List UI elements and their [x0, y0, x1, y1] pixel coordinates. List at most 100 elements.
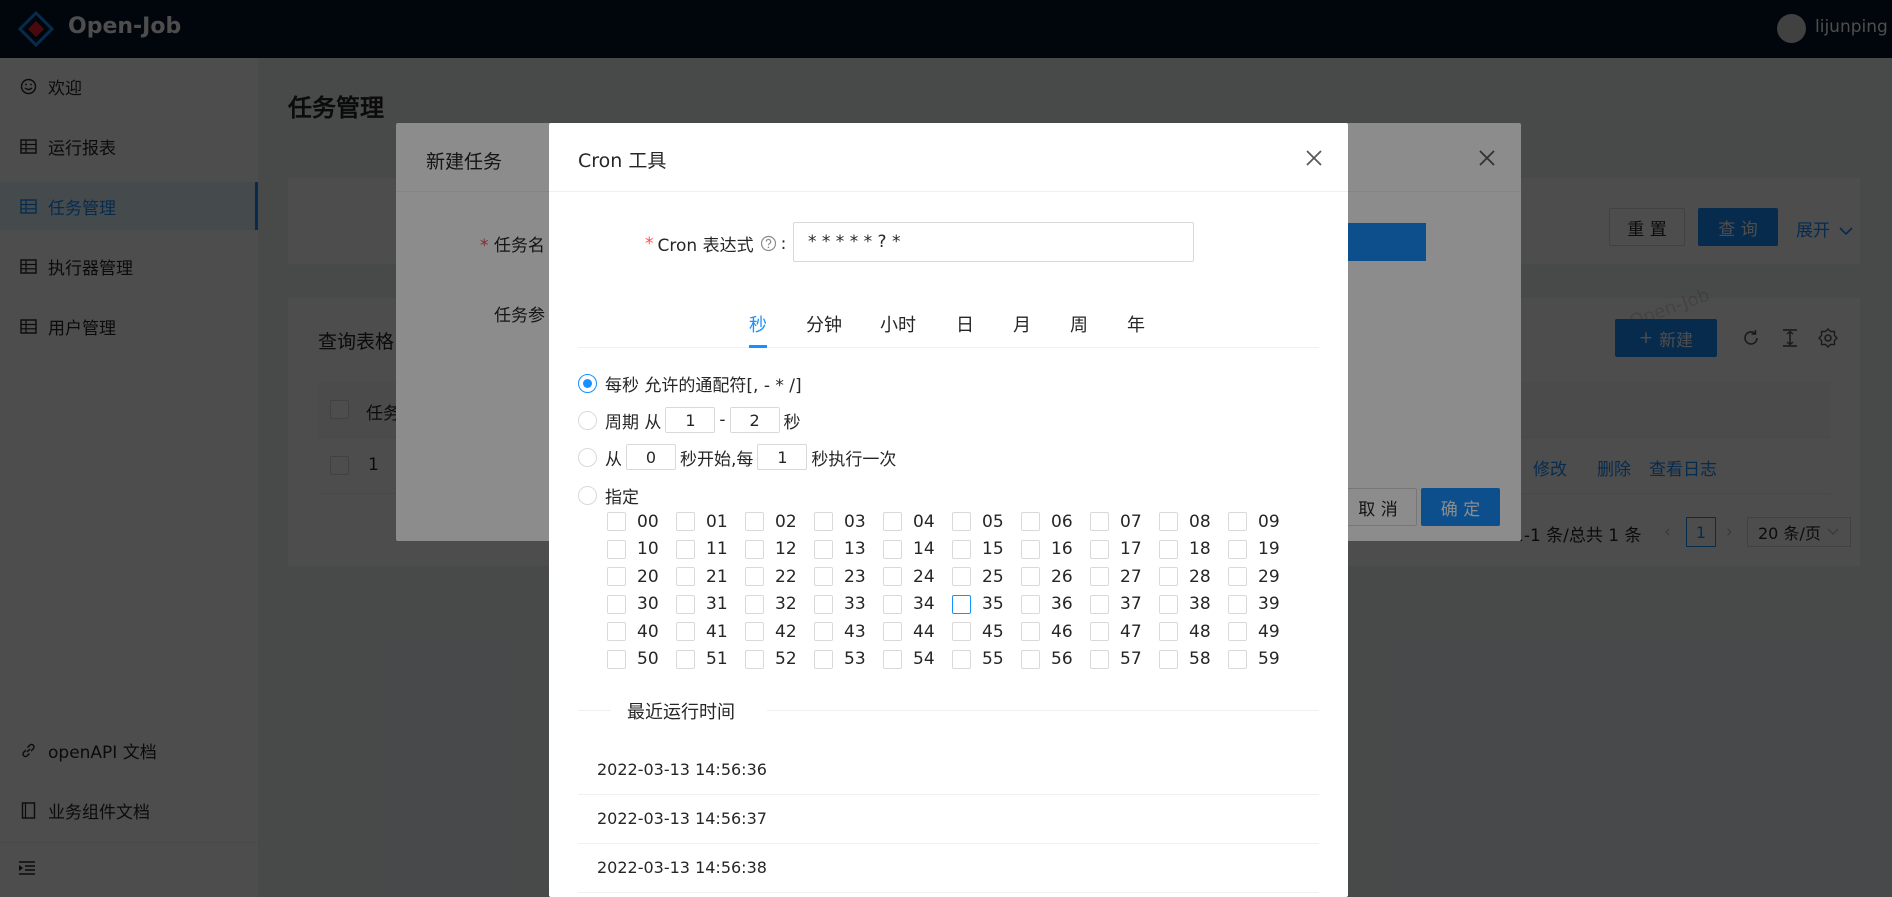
radio-circle[interactable]: [578, 410, 597, 430]
second-checkbox-item[interactable]: 15: [952, 536, 1021, 563]
from-start-input[interactable]: 0: [626, 444, 676, 470]
checkbox[interactable]: [745, 512, 764, 531]
checkbox[interactable]: [676, 512, 695, 531]
checkbox[interactable]: [952, 649, 971, 669]
second-checkbox-item[interactable]: 04: [883, 508, 952, 535]
period-from-input[interactable]: 1: [665, 407, 716, 433]
second-checkbox-item[interactable]: 08: [1159, 508, 1228, 535]
checkbox[interactable]: [745, 594, 764, 614]
checkbox[interactable]: [883, 622, 902, 641]
checkbox[interactable]: [1021, 594, 1040, 614]
second-checkbox-item[interactable]: 39: [1228, 591, 1297, 618]
checkbox[interactable]: [1159, 539, 1178, 559]
tab-minute[interactable]: 分钟: [806, 311, 842, 337]
checkbox[interactable]: [883, 567, 902, 586]
checkbox[interactable]: [1090, 622, 1109, 641]
checkbox[interactable]: [607, 512, 626, 531]
tab-day[interactable]: 日: [956, 311, 974, 337]
checkbox[interactable]: [676, 539, 695, 559]
radio-period[interactable]: 周期 从 1 - 2 秒: [578, 407, 801, 433]
second-checkbox-item[interactable]: 38: [1159, 591, 1228, 618]
second-checkbox-item[interactable]: 30: [607, 591, 676, 618]
second-checkbox-item[interactable]: 07: [1090, 508, 1159, 535]
second-checkbox-item[interactable]: 37: [1090, 591, 1159, 618]
checkbox[interactable]: [1159, 622, 1178, 641]
tab-week[interactable]: 周: [1070, 311, 1088, 337]
second-checkbox-item[interactable]: 53: [814, 646, 883, 673]
second-checkbox-item[interactable]: 34: [883, 591, 952, 618]
checkbox[interactable]: [883, 594, 902, 614]
second-checkbox-item[interactable]: 22: [745, 563, 814, 590]
tab-second[interactable]: 秒: [749, 311, 767, 337]
checkbox[interactable]: [1021, 622, 1040, 641]
checkbox[interactable]: [1090, 594, 1109, 614]
checkbox[interactable]: [1159, 512, 1178, 531]
second-checkbox-item[interactable]: 35: [952, 591, 1021, 618]
checkbox[interactable]: [1159, 594, 1178, 614]
second-checkbox-item[interactable]: 44: [883, 618, 952, 645]
second-checkbox-item[interactable]: 09: [1228, 508, 1297, 535]
checkbox[interactable]: [1228, 594, 1247, 614]
radio-circle[interactable]: [578, 485, 597, 505]
second-checkbox-item[interactable]: 58: [1159, 646, 1228, 673]
checkbox[interactable]: [607, 539, 626, 559]
checkbox[interactable]: [676, 649, 695, 669]
second-checkbox-item[interactable]: 26: [1021, 563, 1090, 590]
second-checkbox-item[interactable]: 23: [814, 563, 883, 590]
second-checkbox-item[interactable]: 21: [676, 563, 745, 590]
second-checkbox-item[interactable]: 48: [1159, 618, 1228, 645]
second-checkbox-item[interactable]: 29: [1228, 563, 1297, 590]
checkbox[interactable]: [1090, 649, 1109, 669]
checkbox[interactable]: [676, 567, 695, 586]
second-checkbox-item[interactable]: 17: [1090, 536, 1159, 563]
close-icon[interactable]: [1301, 145, 1327, 171]
checkbox[interactable]: [607, 622, 626, 641]
checkbox[interactable]: [952, 622, 971, 641]
checkbox[interactable]: [676, 594, 695, 614]
second-checkbox-item[interactable]: 31: [676, 591, 745, 618]
radio-specify[interactable]: 指定: [578, 482, 639, 508]
checkbox[interactable]: [1228, 539, 1247, 559]
radio-circle[interactable]: [578, 373, 597, 393]
second-checkbox-item[interactable]: 14: [883, 536, 952, 563]
checkbox[interactable]: [1021, 567, 1040, 586]
second-checkbox-item[interactable]: 28: [1159, 563, 1228, 590]
checkbox[interactable]: [1228, 649, 1247, 669]
second-checkbox-item[interactable]: 12: [745, 536, 814, 563]
checkbox[interactable]: [1021, 512, 1040, 531]
second-checkbox-item[interactable]: 51: [676, 646, 745, 673]
second-checkbox-item[interactable]: 25: [952, 563, 1021, 590]
checkbox[interactable]: [883, 512, 902, 531]
second-checkbox-item[interactable]: 01: [676, 508, 745, 535]
second-checkbox-item[interactable]: 36: [1021, 591, 1090, 618]
second-checkbox-item[interactable]: 54: [883, 646, 952, 673]
tab-month[interactable]: 月: [1013, 311, 1031, 337]
checkbox[interactable]: [607, 567, 626, 586]
second-checkbox-item[interactable]: 33: [814, 591, 883, 618]
second-checkbox-item[interactable]: 46: [1021, 618, 1090, 645]
second-checkbox-item[interactable]: 13: [814, 536, 883, 563]
checkbox[interactable]: [952, 567, 971, 586]
second-checkbox-item[interactable]: 43: [814, 618, 883, 645]
second-checkbox-item[interactable]: 49: [1228, 618, 1297, 645]
checkbox[interactable]: [1228, 512, 1247, 531]
second-checkbox-item[interactable]: 32: [745, 591, 814, 618]
from-every-input[interactable]: 1: [757, 444, 808, 470]
checkbox[interactable]: [1090, 567, 1109, 586]
checkbox[interactable]: [607, 594, 626, 614]
second-checkbox-item[interactable]: 41: [676, 618, 745, 645]
second-checkbox-item[interactable]: 57: [1090, 646, 1159, 673]
second-checkbox-item[interactable]: 10: [607, 536, 676, 563]
second-checkbox-item[interactable]: 06: [1021, 508, 1090, 535]
checkbox[interactable]: [1090, 539, 1109, 559]
checkbox[interactable]: [952, 594, 971, 614]
second-checkbox-item[interactable]: 55: [952, 646, 1021, 673]
second-checkbox-item[interactable]: 42: [745, 618, 814, 645]
second-checkbox-item[interactable]: 24: [883, 563, 952, 590]
tab-year[interactable]: 年: [1127, 311, 1145, 337]
second-checkbox-item[interactable]: 50: [607, 646, 676, 673]
checkbox[interactable]: [1228, 567, 1247, 586]
checkbox[interactable]: [1090, 512, 1109, 531]
checkbox[interactable]: [883, 539, 902, 559]
checkbox[interactable]: [607, 649, 626, 669]
